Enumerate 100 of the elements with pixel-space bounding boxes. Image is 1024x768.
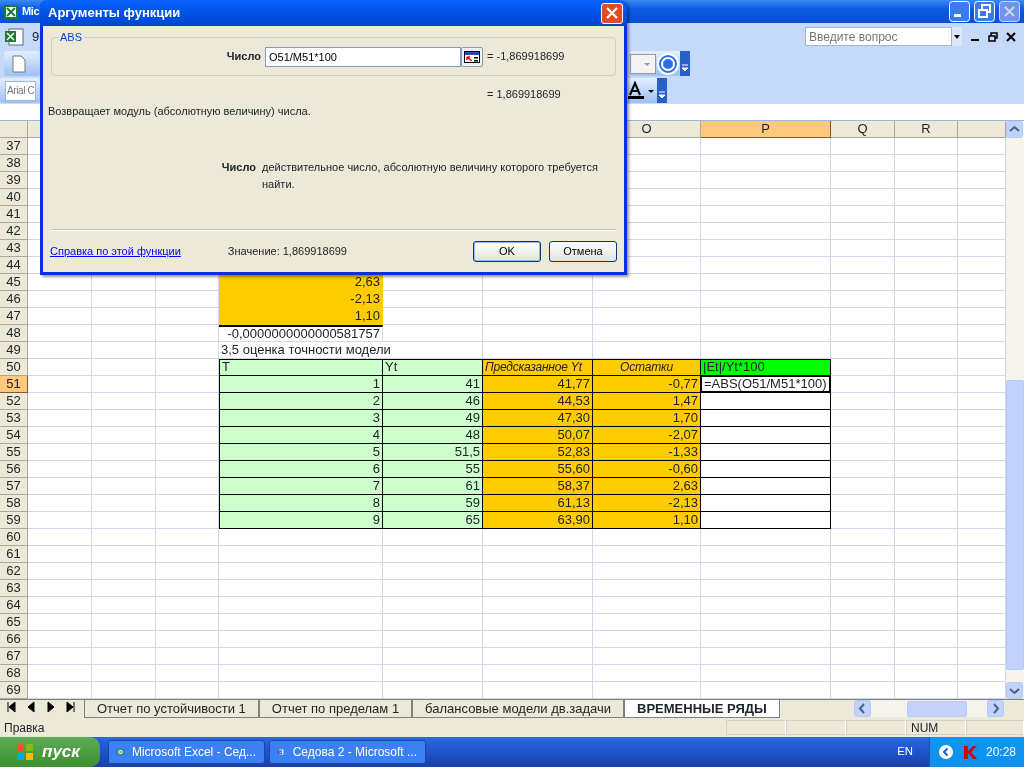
row-header[interactable]: 60 [0, 529, 28, 546]
row-header[interactable]: 67 [0, 648, 28, 665]
grid-cell[interactable] [831, 359, 895, 376]
grid-cell[interactable] [831, 393, 895, 410]
grid-cell[interactable] [383, 325, 483, 342]
grid-cell[interactable] [895, 546, 958, 563]
grid-cell[interactable] [831, 665, 895, 682]
grid-cell[interactable] [701, 529, 831, 546]
row-header[interactable]: 44 [0, 257, 28, 274]
row-header[interactable]: 50 [0, 359, 28, 376]
table-cell[interactable]: 59 [383, 495, 483, 512]
grid-cell[interactable] [895, 410, 958, 427]
grid-cell[interactable] [92, 580, 156, 597]
row-header[interactable]: 41 [0, 206, 28, 223]
ok-button[interactable]: OK [473, 241, 541, 262]
grid-cell[interactable] [895, 240, 958, 257]
grid-cell[interactable] [92, 665, 156, 682]
new-document-icon[interactable] [12, 54, 26, 73]
grid-cell[interactable] [895, 342, 958, 359]
grid-cell[interactable] [831, 325, 895, 342]
first-sheet-icon[interactable] [4, 700, 16, 714]
grid-cell[interactable] [28, 665, 92, 682]
next-sheet-icon[interactable] [44, 700, 56, 714]
grid-cell[interactable] [831, 597, 895, 614]
table-cell[interactable]: 50,07 [483, 427, 593, 444]
grid-cell[interactable] [92, 461, 156, 478]
table-cell[interactable]: 55,60 [483, 461, 593, 478]
grid-cell[interactable] [831, 631, 895, 648]
grid-cell[interactable] [701, 325, 831, 342]
row-header[interactable]: 48 [0, 325, 28, 342]
row-header[interactable]: 63 [0, 580, 28, 597]
grid-cell[interactable] [483, 665, 593, 682]
grid-cell[interactable] [593, 291, 701, 308]
grid-cell[interactable] [701, 189, 831, 206]
argument-field[interactable]: O51/M51*100 [265, 46, 461, 67]
grid-cell[interactable] [92, 512, 156, 529]
grid-cell[interactable] [28, 495, 92, 512]
menu-item[interactable]: 9 [32, 26, 40, 47]
grid-cell[interactable] [219, 529, 383, 546]
grid-cell[interactable] [593, 665, 701, 682]
table-cell[interactable]: 6 [219, 461, 383, 478]
row-header[interactable]: 40 [0, 189, 28, 206]
table-cell[interactable]: 48 [383, 427, 483, 444]
grid-cell[interactable] [156, 325, 219, 342]
table-header-cell[interactable]: Предсказанное Yt [483, 359, 593, 376]
grid-cell[interactable] [483, 308, 593, 325]
grid-cell[interactable] [92, 614, 156, 631]
row-header[interactable]: 49 [0, 342, 28, 359]
grid-cell[interactable] [831, 546, 895, 563]
row-header[interactable]: 69 [0, 682, 28, 699]
dropdown-icon[interactable] [952, 27, 962, 46]
table-cell[interactable]: 3 [219, 410, 383, 427]
grid-cell[interactable] [28, 359, 92, 376]
grid-cell[interactable] [28, 427, 92, 444]
row-header[interactable]: 62 [0, 563, 28, 580]
grid-cell[interactable] [831, 206, 895, 223]
grid-cell[interactable] [831, 410, 895, 427]
grid-cell[interactable] [28, 393, 92, 410]
grid-cell[interactable] [383, 614, 483, 631]
table-cell[interactable]: 2 [219, 393, 383, 410]
grid-cell[interactable] [92, 563, 156, 580]
table-cell[interactable] [701, 461, 831, 478]
row-header[interactable]: 51 [0, 376, 28, 393]
grid-cell[interactable] [831, 478, 895, 495]
grid-cell[interactable] [701, 614, 831, 631]
restore-icon[interactable] [988, 31, 998, 42]
grid-cell[interactable] [92, 325, 156, 342]
grid-cell[interactable] [895, 495, 958, 512]
grid-cell[interactable] [895, 427, 958, 444]
row-header[interactable]: 55 [0, 444, 28, 461]
grid-cell[interactable] [156, 546, 219, 563]
grid-cell[interactable] [92, 410, 156, 427]
grid-cell[interactable] [701, 563, 831, 580]
table-cell[interactable]: 7 [219, 478, 383, 495]
font-color-icon[interactable] [627, 80, 657, 101]
row-header[interactable]: 45 [0, 274, 28, 291]
grid-cell[interactable] [895, 563, 958, 580]
grid-cell[interactable] [831, 342, 895, 359]
grid-cell[interactable] [831, 291, 895, 308]
font-field[interactable]: Arial C [5, 80, 37, 101]
grid-cell[interactable] [701, 546, 831, 563]
grid-cell[interactable] [831, 427, 895, 444]
grid-cell[interactable] [483, 648, 593, 665]
grid-cell[interactable] [92, 546, 156, 563]
table-cell[interactable]: -2,13 [593, 495, 701, 512]
grid-cell[interactable] [28, 580, 92, 597]
table-cell[interactable]: 46 [383, 393, 483, 410]
grid-cell[interactable] [831, 308, 895, 325]
grid-cell[interactable] [28, 597, 92, 614]
grid-cell[interactable] [895, 478, 958, 495]
grid-cell[interactable] [701, 223, 831, 240]
grid-cell[interactable] [92, 444, 156, 461]
grid-cell[interactable] [701, 580, 831, 597]
grid-cell[interactable] [895, 172, 958, 189]
grid-cell[interactable] [383, 563, 483, 580]
grid-cell[interactable] [383, 631, 483, 648]
collapse-dialog-button[interactable] [461, 46, 483, 67]
grid-cell[interactable] [593, 580, 701, 597]
grid-cell[interactable] [383, 546, 483, 563]
taskbar-button[interactable]: Седова 2 - Microsoft ... [269, 740, 426, 764]
